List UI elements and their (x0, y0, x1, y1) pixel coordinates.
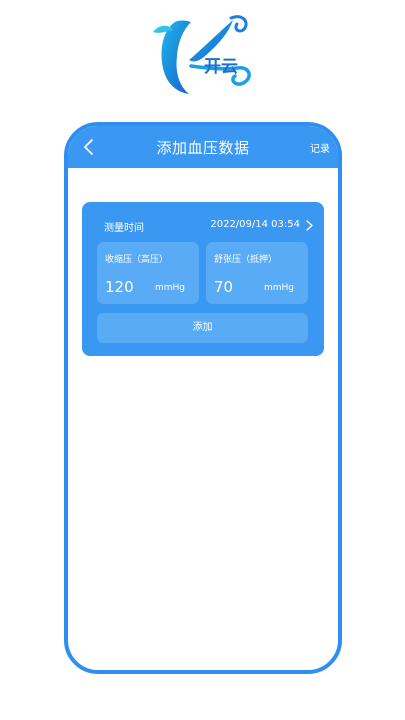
measure-time-value: 2022/09/14 03:54 (210, 219, 300, 230)
page-title: 添加血压数据 (156, 139, 250, 157)
phone-frame: 添加血压数据 记录 测量时间 2022/09/14 03:54 收缩压（高压） … (64, 122, 342, 674)
app-logo: 开云 (145, 10, 265, 100)
diastolic-input[interactable]: 舒张压（抵押） 70 mmHg (206, 242, 308, 304)
measure-time-label: 测量时间 (104, 223, 144, 234)
measure-time-row[interactable]: 测量时间 2022/09/14 03:54 (92, 218, 314, 234)
screen: 开云 添加血压数据 记录 测量时间 2022/09/14 03:54 收缩压（高… (0, 0, 405, 720)
chevron-right-icon (306, 220, 313, 231)
record-link[interactable]: 记录 (310, 140, 330, 155)
logo-text: 开云 (204, 57, 238, 77)
nav-bar: 添加血压数据 记录 (68, 126, 338, 168)
systolic-label: 收缩压（高压） (105, 255, 169, 265)
diastolic-value: 70 (214, 278, 234, 296)
systolic-unit: mmHg (154, 283, 185, 293)
diastolic-unit: mmHg (263, 283, 294, 293)
systolic-value: 120 (105, 278, 134, 296)
systolic-input[interactable]: 收缩压（高压） 120 mmHg (97, 242, 199, 304)
add-button[interactable]: 添加 (97, 313, 308, 343)
diastolic-label: 舒张压（抵押） (214, 255, 278, 265)
bp-entry-card: 测量时间 2022/09/14 03:54 收缩压（高压） 120 mmHg 舒… (82, 202, 324, 356)
